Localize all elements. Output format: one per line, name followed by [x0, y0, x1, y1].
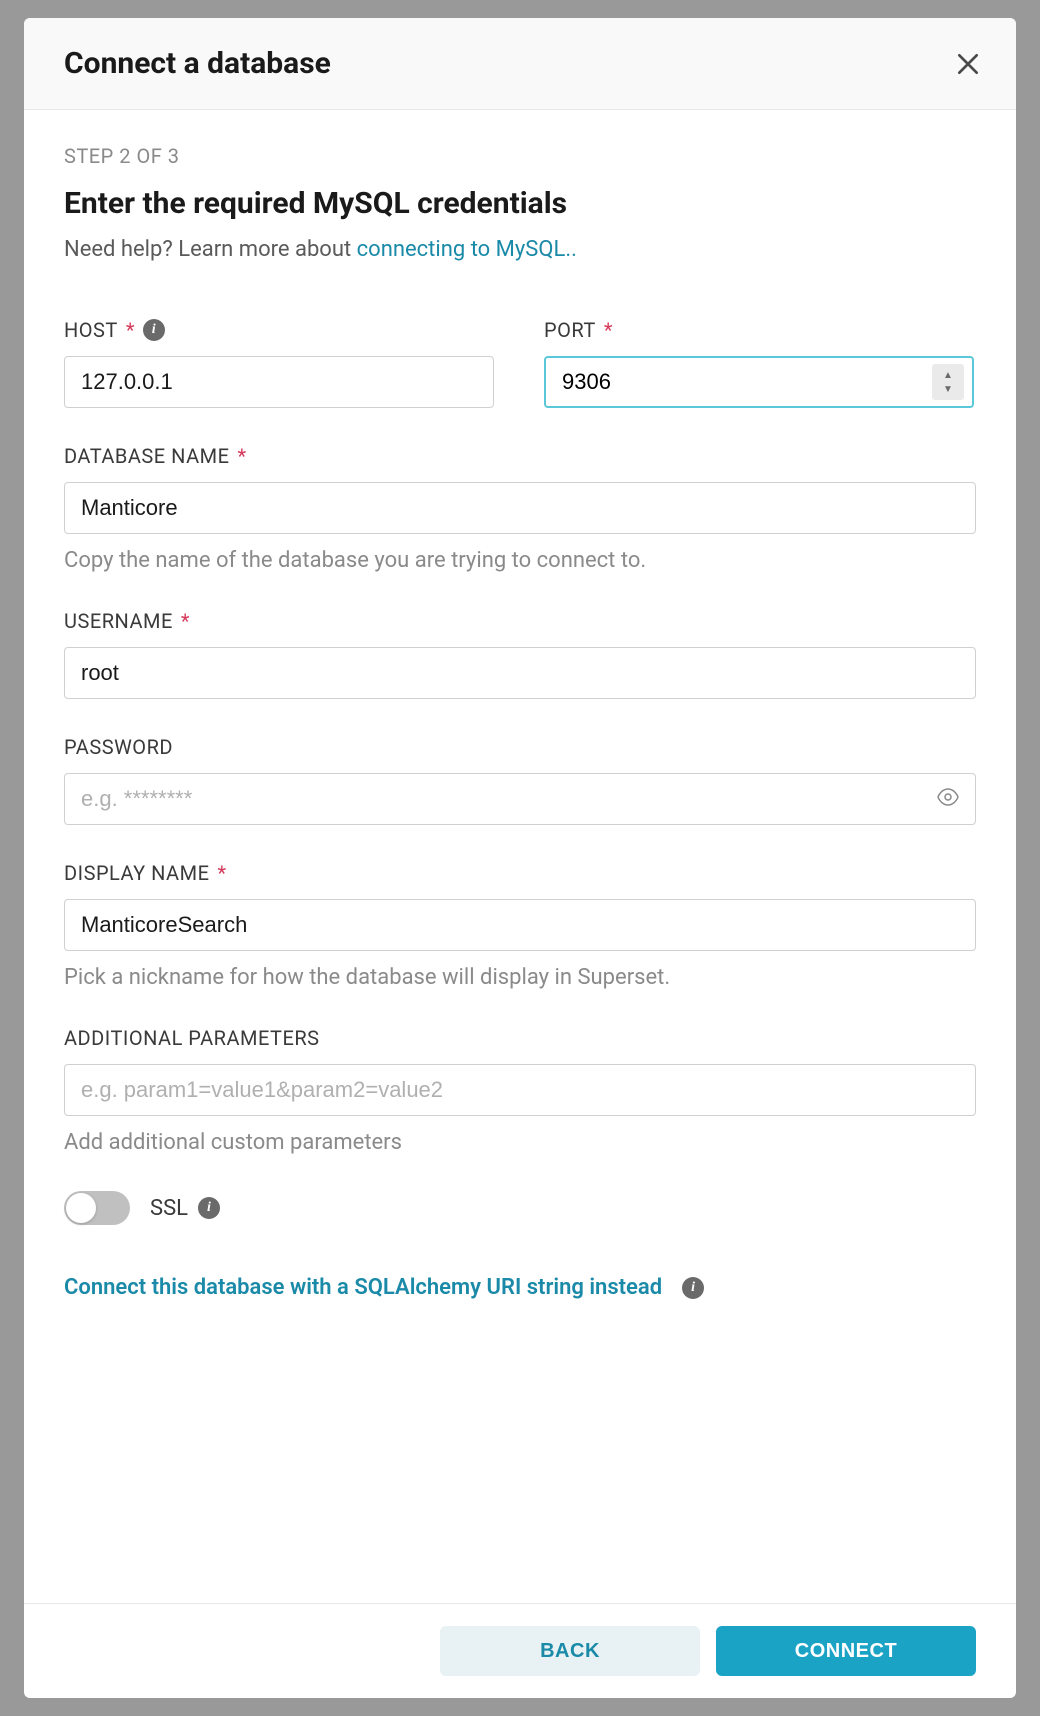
additional-label-text: ADDITIONAL PARAMETERS	[64, 1026, 320, 1050]
username-label: USERNAME *	[64, 609, 976, 633]
password-group: PASSWORD	[64, 735, 976, 825]
database-label-text: DATABASE NAME	[64, 444, 229, 468]
modal-footer: BACK CONNECT	[24, 1603, 1016, 1698]
ssl-label-text: SSL	[150, 1196, 188, 1221]
help-prefix: Need help? Learn more about	[64, 237, 357, 262]
username-group: USERNAME *	[64, 609, 976, 699]
password-label-text: PASSWORD	[64, 735, 173, 759]
eye-icon[interactable]	[936, 785, 960, 813]
close-icon	[955, 51, 981, 77]
info-icon[interactable]: i	[682, 1277, 704, 1299]
connect-button[interactable]: CONNECT	[716, 1626, 976, 1676]
password-wrap	[64, 773, 976, 825]
username-input[interactable]	[64, 647, 976, 699]
close-button[interactable]	[952, 48, 984, 80]
required-asterisk: *	[181, 609, 190, 633]
port-input-wrap: ▲ ▼	[544, 356, 974, 408]
database-group: DATABASE NAME * Copy the name of the dat…	[64, 444, 976, 573]
password-label: PASSWORD	[64, 735, 976, 759]
database-label: DATABASE NAME *	[64, 444, 976, 468]
ssl-label: SSL i	[150, 1196, 220, 1221]
database-input[interactable]	[64, 482, 976, 534]
required-asterisk: *	[237, 444, 246, 468]
section-heading: Enter the required MySQL credentials	[64, 186, 976, 221]
additional-group: ADDITIONAL PARAMETERS Add additional cus…	[64, 1026, 976, 1155]
display-name-hint: Pick a nickname for how the database wil…	[64, 965, 976, 990]
port-label-text: PORT	[544, 318, 596, 342]
display-name-group: DISPLAY NAME * Pick a nickname for how t…	[64, 861, 976, 990]
modal-header: Connect a database	[24, 18, 1016, 110]
help-text: Need help? Learn more about connecting t…	[64, 237, 976, 262]
port-input[interactable]	[546, 358, 932, 406]
required-asterisk: *	[604, 318, 613, 342]
info-icon[interactable]: i	[198, 1197, 220, 1219]
host-label-text: HOST	[64, 318, 118, 342]
port-label: PORT *	[544, 318, 974, 342]
chevron-down-icon: ▼	[943, 382, 953, 396]
host-group: HOST * i	[64, 318, 494, 408]
back-button[interactable]: BACK	[440, 1626, 700, 1676]
connect-database-modal: Connect a database STEP 2 OF 3 Enter the…	[24, 18, 1016, 1698]
info-icon[interactable]: i	[143, 319, 165, 341]
required-asterisk: *	[217, 861, 226, 885]
host-input[interactable]	[64, 356, 494, 408]
chevron-up-icon: ▲	[943, 368, 953, 382]
host-label: HOST * i	[64, 318, 494, 342]
port-stepper[interactable]: ▲ ▼	[932, 364, 964, 400]
username-label-text: USERNAME	[64, 609, 173, 633]
toggle-knob	[66, 1193, 96, 1223]
step-label: STEP 2 OF 3	[64, 144, 976, 168]
ssl-toggle[interactable]	[64, 1191, 130, 1225]
additional-hint: Add additional custom parameters	[64, 1130, 976, 1155]
help-link[interactable]: connecting to MySQL..	[357, 237, 577, 262]
database-hint: Copy the name of the database you are tr…	[64, 548, 976, 573]
additional-label: ADDITIONAL PARAMETERS	[64, 1026, 976, 1050]
modal-title: Connect a database	[64, 46, 331, 81]
modal-body: STEP 2 OF 3 Enter the required MySQL cre…	[24, 110, 1016, 1603]
ssl-row: SSL i	[64, 1191, 976, 1225]
port-group: PORT * ▲ ▼	[544, 318, 974, 408]
required-asterisk: *	[126, 318, 135, 342]
additional-input[interactable]	[64, 1064, 976, 1116]
alt-link-row: Connect this database with a SQLAlchemy …	[64, 1275, 976, 1300]
sqlalchemy-link[interactable]: Connect this database with a SQLAlchemy …	[64, 1275, 662, 1300]
display-name-input[interactable]	[64, 899, 976, 951]
display-name-label-text: DISPLAY NAME	[64, 861, 209, 885]
password-input[interactable]	[64, 773, 976, 825]
display-name-label: DISPLAY NAME *	[64, 861, 976, 885]
host-port-row: HOST * i PORT * ▲ ▼	[64, 318, 976, 408]
